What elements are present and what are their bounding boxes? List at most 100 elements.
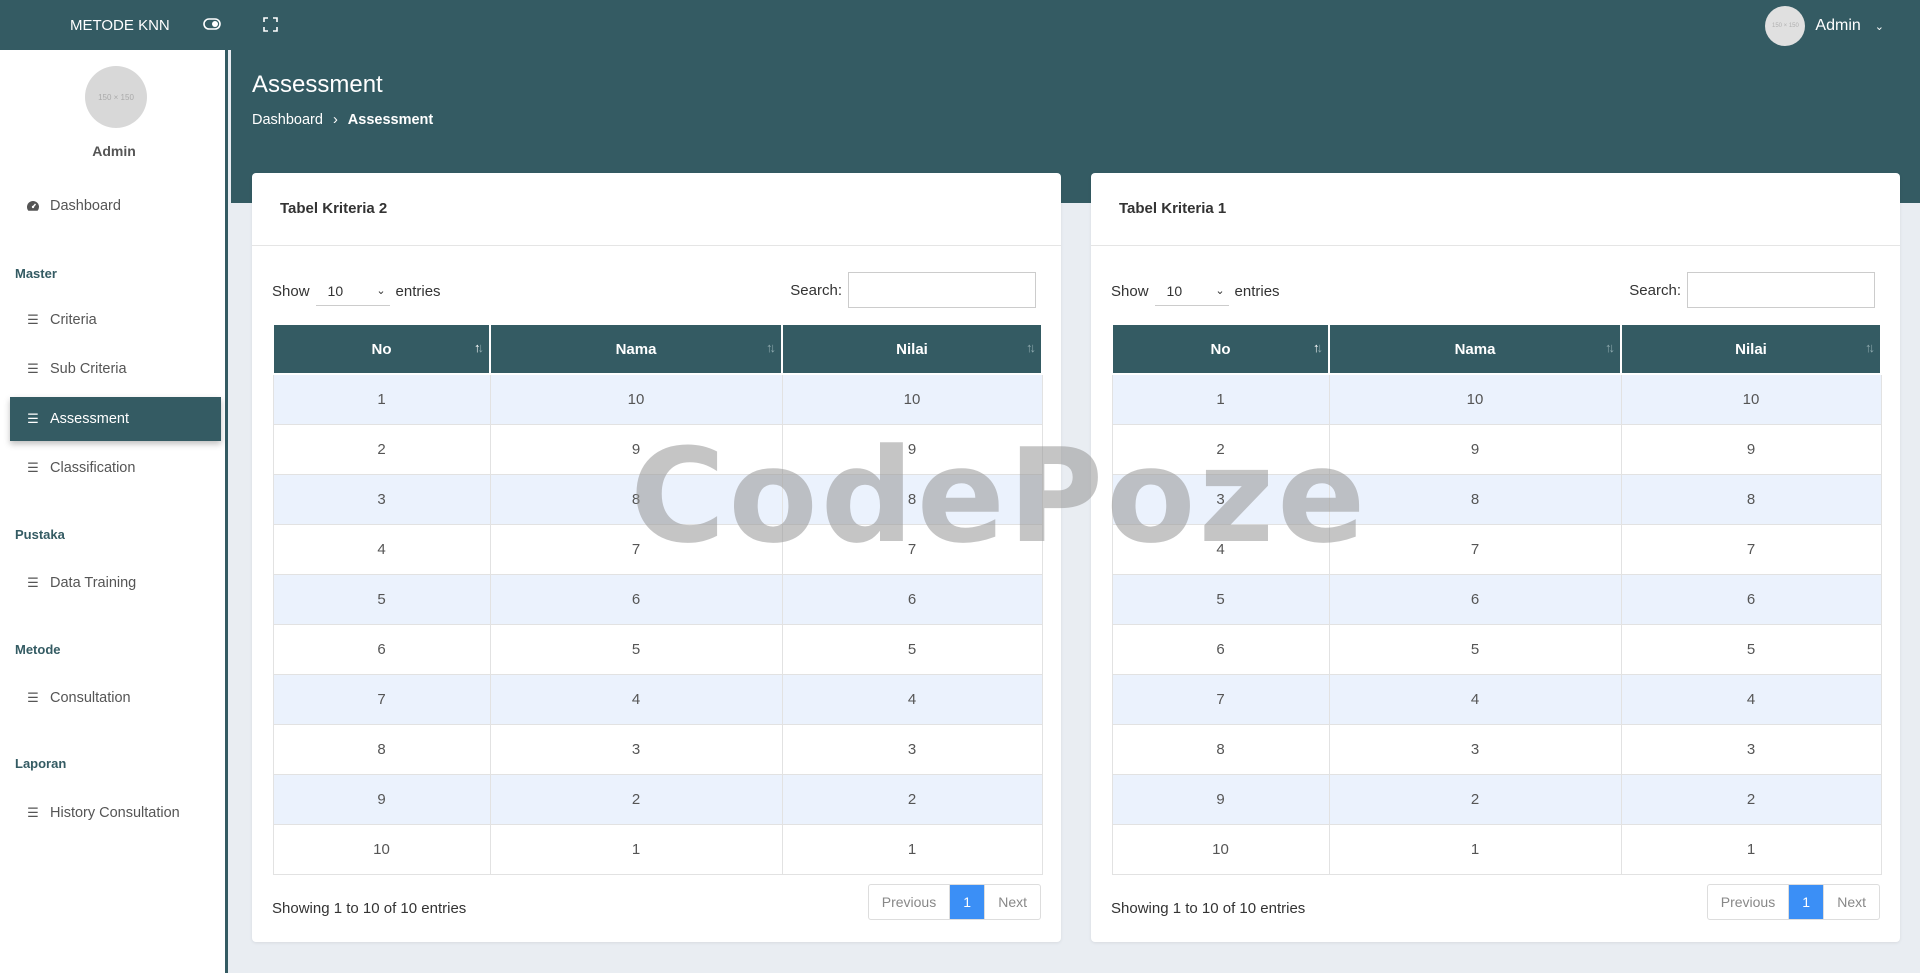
table-cell: 5	[1111, 573, 1330, 625]
table-cell: 8	[781, 473, 1043, 525]
table-cell: 8	[489, 473, 783, 525]
user-name: Admin	[1815, 17, 1861, 34]
next-button[interactable]: Next	[984, 885, 1040, 919]
table-cell: 10	[272, 823, 491, 875]
column-header-no[interactable]: No ↑↓	[272, 323, 491, 375]
search-input[interactable]	[848, 272, 1036, 308]
column-header-no[interactable]: No ↑↓	[1111, 323, 1330, 375]
entries-select-value: 10	[327, 282, 344, 299]
sort-icon: ↑↓	[474, 340, 484, 355]
table-cell: 7	[781, 523, 1043, 575]
table-cell: 3	[1111, 473, 1330, 525]
table-cell: 3	[272, 473, 491, 525]
table-row: 655	[1111, 623, 1882, 675]
entries-select-value: 10	[1166, 282, 1183, 299]
breadcrumb-link-dashboard[interactable]: Dashboard	[252, 112, 323, 128]
table-body: 1 10 10 2 9 9 3 8 8 4 7 7 5 6 6 6 5 5 7 4 4 8 3 3 9 2 2 10 1 1	[1111, 373, 1882, 875]
table-cell: 8	[272, 723, 491, 775]
page-title: Assessment	[252, 71, 383, 98]
brand-title[interactable]: METODE KNN	[70, 17, 170, 34]
table-cell: 9	[272, 773, 491, 825]
table-row: 299	[1111, 423, 1882, 475]
table-cell: 3	[1328, 723, 1622, 775]
table-cell: 2	[781, 773, 1043, 825]
sidebar-item-data-training[interactable]: ☰ Data Training	[10, 561, 221, 605]
table-cell: 4	[1111, 523, 1330, 575]
avatar: 150 × 150	[1765, 6, 1806, 46]
table-cell: 7	[1111, 673, 1330, 725]
previous-button[interactable]: Previous	[1708, 885, 1790, 919]
divider	[1091, 245, 1900, 246]
search-input[interactable]	[1687, 272, 1875, 308]
fullscreen-icon[interactable]	[260, 14, 280, 34]
search-control: Search:	[790, 272, 1036, 308]
table-cell: 6	[489, 573, 783, 625]
table-row: 1 10 10	[1111, 373, 1882, 425]
pagination: Previous 1 Next	[867, 884, 1041, 920]
entries-length-control: Show 10 ⌄ entries	[1111, 276, 1280, 306]
table-cell: 4	[1328, 673, 1622, 725]
sidebar-item-label: History Consultation	[50, 805, 180, 821]
user-menu[interactable]: 150 × 150 Admin ⌄	[1765, 6, 1884, 46]
table-row: 299	[272, 423, 1043, 475]
list-icon: ☰	[27, 460, 39, 475]
list-icon: ☰	[27, 805, 39, 820]
list-icon: ☰	[27, 575, 39, 590]
next-button[interactable]: Next	[1823, 885, 1879, 919]
page-button-current[interactable]: 1	[950, 885, 985, 919]
table-cell: 6	[781, 573, 1043, 625]
sidebar-item-sub-criteria[interactable]: ☰ Sub Criteria	[10, 347, 221, 391]
section-metode: Metode	[15, 642, 61, 657]
sort-icon: ↑↓	[1313, 340, 1323, 355]
table-row: 10 1 1	[272, 823, 1043, 875]
sidebar-item-assessment[interactable]: ☰ Assessment	[10, 397, 221, 441]
table-row: 1 10 10	[272, 373, 1043, 425]
show-label: Show	[272, 282, 310, 300]
sidebar-item-dashboard[interactable]: Dashboard	[10, 184, 221, 228]
table-cell: 1	[781, 823, 1043, 875]
table-row: 744	[1111, 673, 1882, 725]
page-button-current[interactable]: 1	[1789, 885, 1824, 919]
table-row: 388	[1111, 473, 1882, 525]
table-cell: 1	[1111, 373, 1330, 425]
divider	[252, 245, 1061, 246]
table-cell: 10	[781, 373, 1043, 425]
table-header-row: No ↑↓ Nama ↑↓ Nilai ↑↓	[272, 323, 1043, 375]
table-row: 922	[1111, 773, 1882, 825]
table-header-row: No ↑↓ Nama ↑↓ Nilai ↑↓	[1111, 323, 1882, 375]
chevron-right-icon: ›	[332, 112, 338, 128]
sidebar-item-classification[interactable]: ☰ Classification	[10, 446, 221, 490]
table-row: 477	[1111, 523, 1882, 575]
table-card: Tabel Kriteria 2 Show 10 ⌄ entries Searc…	[252, 173, 1061, 942]
table-row: 477	[272, 523, 1043, 575]
previous-button[interactable]: Previous	[869, 885, 951, 919]
table-cell: 3	[1620, 723, 1882, 775]
entries-select[interactable]: 10 ⌄	[1154, 276, 1229, 306]
toggle-icon[interactable]	[202, 14, 222, 34]
entries-select[interactable]: 10 ⌄	[315, 276, 390, 306]
card-title: Tabel Kriteria 1	[1119, 200, 1227, 217]
table-cell: 9	[489, 423, 783, 475]
table-cell: 4	[272, 523, 491, 575]
table-cell: 4	[1620, 673, 1882, 725]
table-cell: 1	[1328, 823, 1622, 875]
column-header-nilai[interactable]: Nilai ↑↓	[781, 323, 1043, 375]
column-header-nama[interactable]: Nama ↑↓	[489, 323, 783, 375]
table-cell: 3	[781, 723, 1043, 775]
table-cell: 3	[489, 723, 783, 775]
table-cell: 6	[272, 623, 491, 675]
table-row: 922	[272, 773, 1043, 825]
sidebar-item-history-consultation[interactable]: ☰ History Consultation	[10, 791, 221, 835]
sidebar-item-consultation[interactable]: ☰ Consultation	[10, 676, 221, 720]
table-cell: 5	[272, 573, 491, 625]
column-header-nama[interactable]: Nama ↑↓	[1328, 323, 1622, 375]
table-cell: 2	[1328, 773, 1622, 825]
table-cell: 4	[489, 673, 783, 725]
table-row: 566	[272, 573, 1043, 625]
table-cell: 5	[489, 623, 783, 675]
sidebar-item-label: Dashboard	[50, 198, 121, 214]
sidebar-item-criteria[interactable]: ☰ Criteria	[10, 298, 221, 342]
search-label: Search:	[790, 281, 842, 299]
column-header-nilai[interactable]: Nilai ↑↓	[1620, 323, 1882, 375]
show-label: Show	[1111, 282, 1149, 300]
